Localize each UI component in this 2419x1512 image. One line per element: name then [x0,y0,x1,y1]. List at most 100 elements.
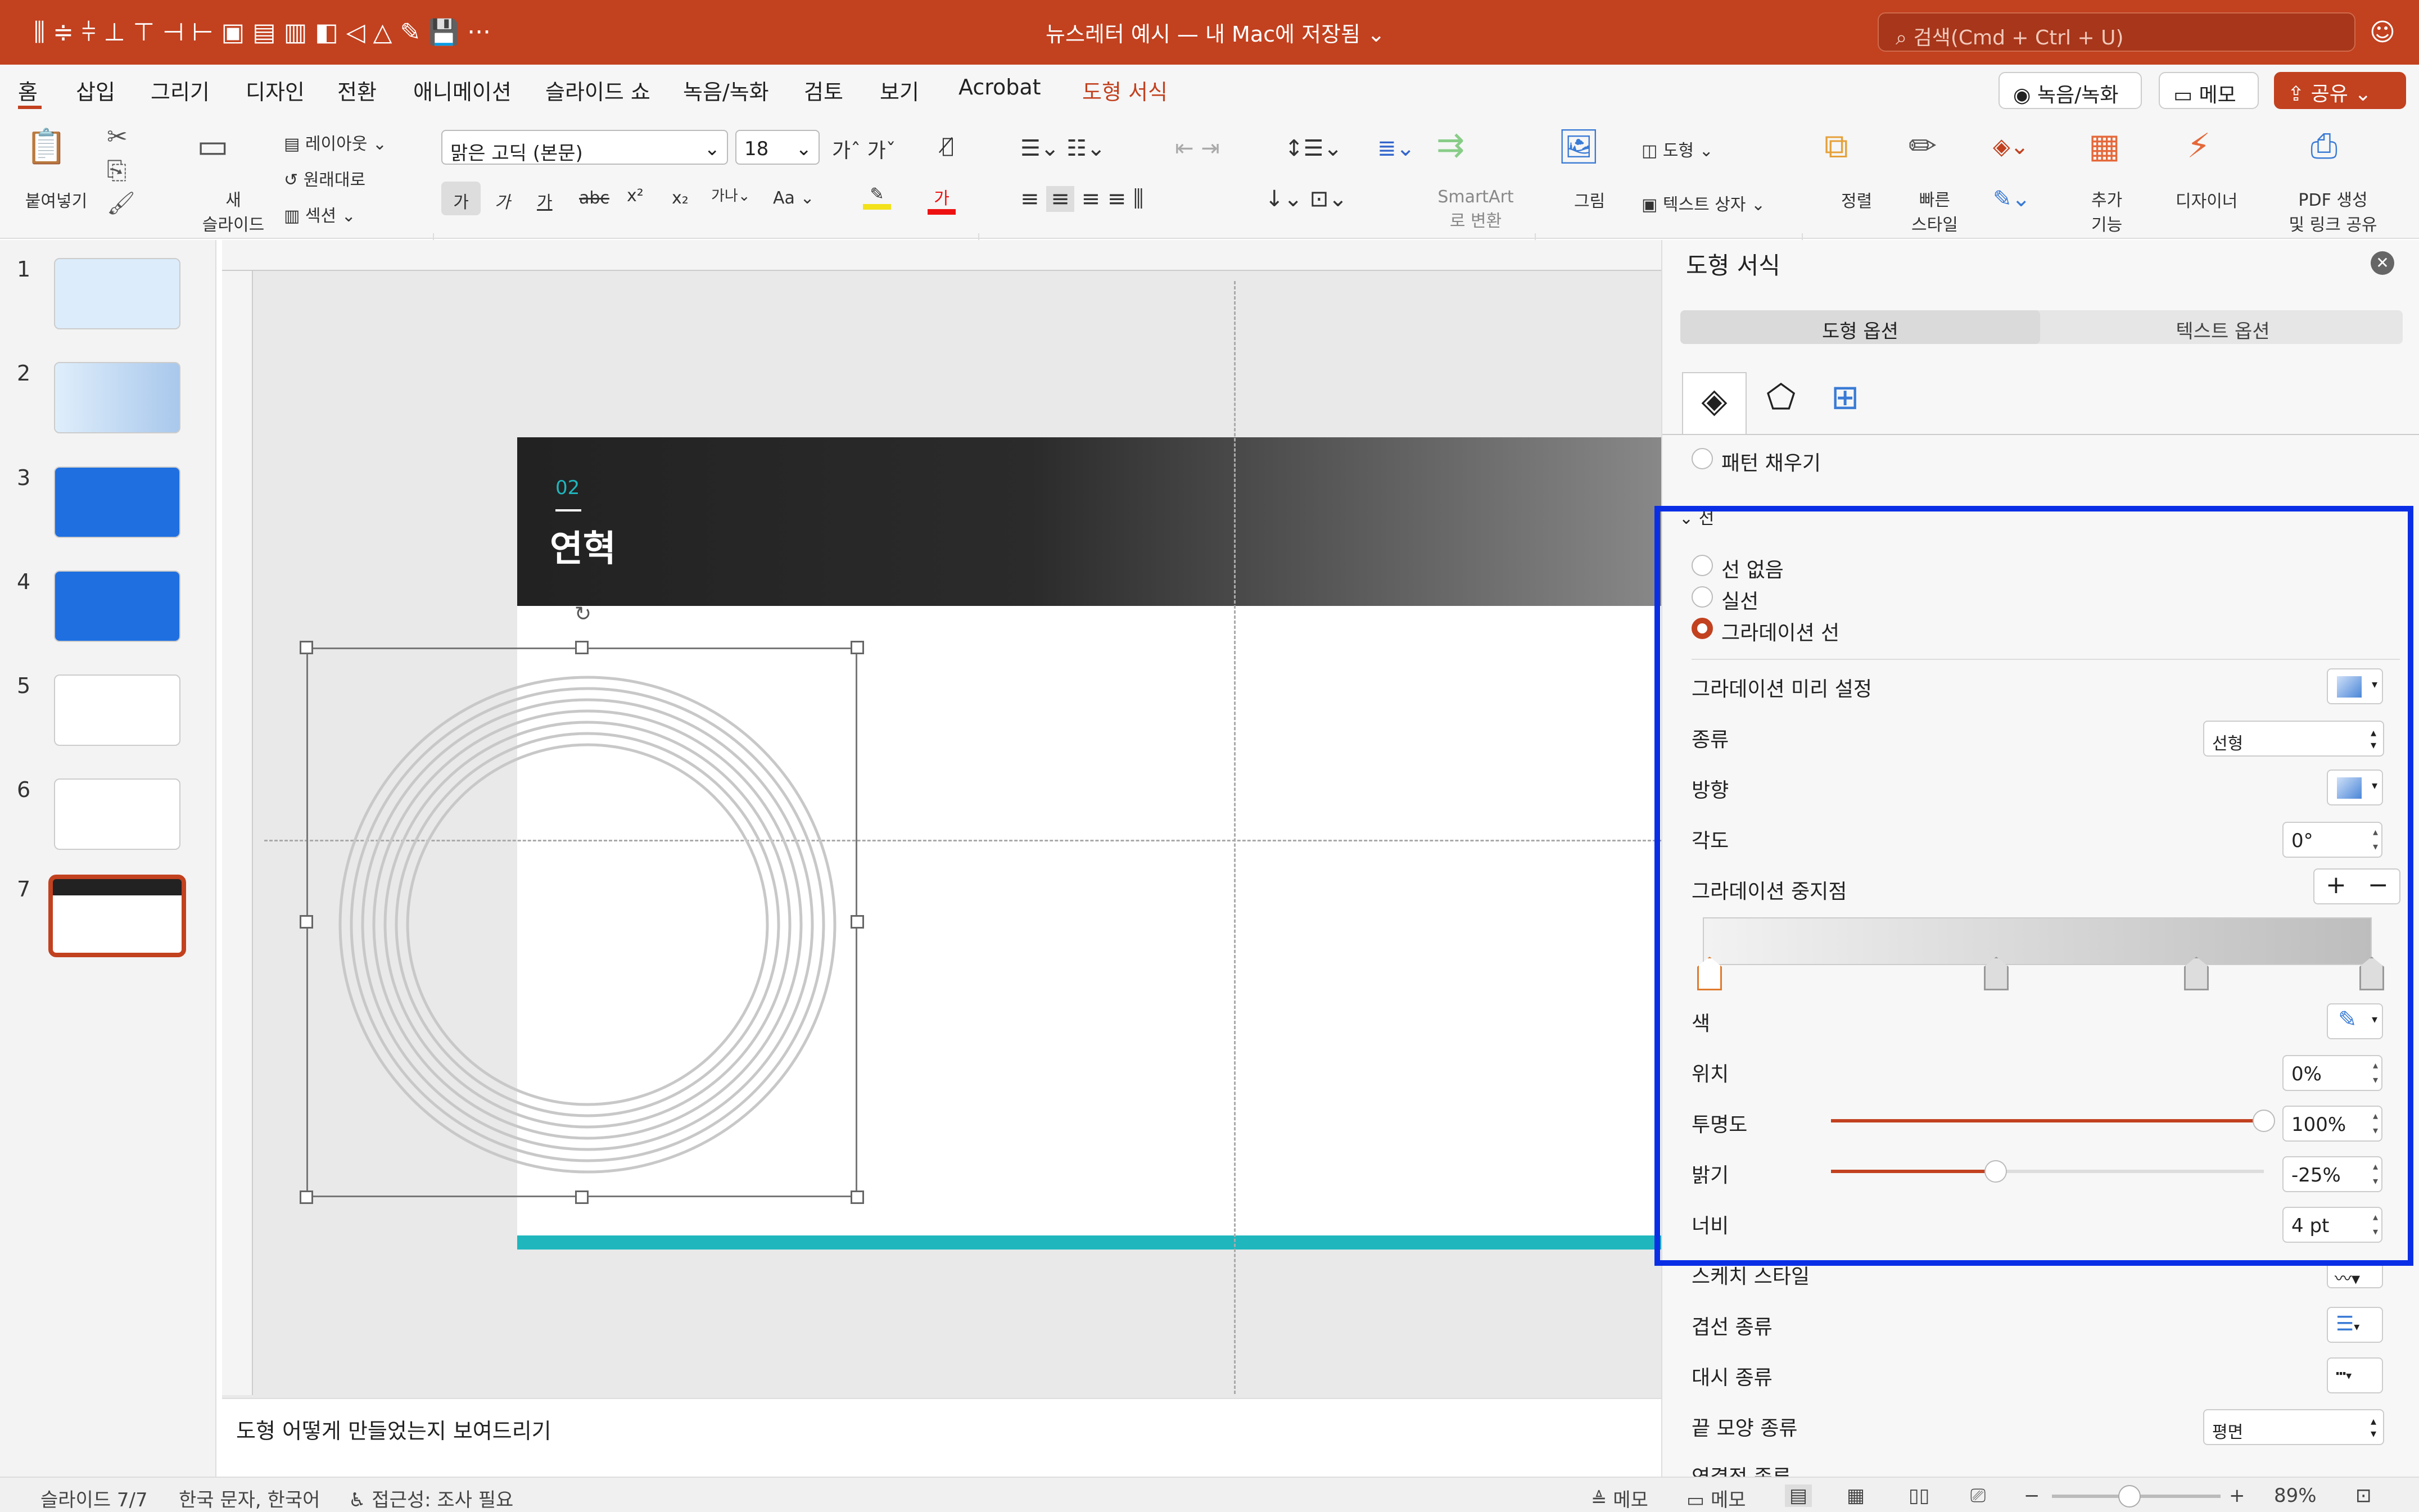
designer-icon[interactable]: ⚡ [2187,126,2210,166]
slide-thumbnail[interactable] [54,778,180,850]
memo-button[interactable]: ▭ 메모 [2159,72,2259,109]
close-icon[interactable]: ✕ [2371,251,2394,275]
copy-icon[interactable]: ⎘ [107,156,126,185]
arrange-label[interactable]: 정렬 [1841,187,1872,212]
menu-tab-5[interactable]: 애니메이션 [413,75,512,106]
notes-pane[interactable]: 도형 어떻게 만들었는지 보여드리기 [222,1398,1661,1477]
slide-section-number[interactable]: 02 [555,477,580,499]
rotate-handle-icon[interactable]: ↻ [575,603,591,626]
bullet-list-icon[interactable]: ☰⌄ ☷⌄ [1020,135,1105,161]
resize-handle[interactable] [575,1190,589,1204]
font-size-select[interactable]: 18 ⌄ [735,130,820,165]
superscript-button[interactable]: x² [627,186,644,206]
normal-view-icon[interactable]: ▤ [1785,1484,1812,1507]
new-slide-icon[interactable]: ▭ [197,126,229,166]
fit-slide-icon[interactable]: ⊡ [2355,1484,2372,1507]
indent-icon[interactable]: ⇤ ⇥ [1175,135,1220,161]
new-slide-label[interactable]: 새 슬라이드 [194,186,273,236]
menu-tab-10[interactable]: Acrobat [958,75,1041,99]
selection-box[interactable] [306,648,857,1197]
addins-icon[interactable]: ▦ [2088,126,2120,166]
designer-label[interactable]: 디자이너 [2176,187,2237,212]
picture-label[interactable]: 그림 [1574,187,1605,212]
resize-handle[interactable] [300,1190,313,1204]
line-spacing-icon[interactable]: ↕☰⌄ [1285,135,1342,161]
slide-thumbnail[interactable] [54,258,180,329]
search-input[interactable]: ⌕ 검색(Cmd + Ctrl + U) [1878,12,2355,52]
strikethrough-button[interactable]: abc [579,188,609,208]
resize-handle[interactable] [300,641,313,654]
textbox-button[interactable]: ▣ 텍스트 상자 ⌄ [1642,191,1765,215]
cap-type-select[interactable]: 평면 ▴ ▾ [2203,1409,2384,1445]
pdf-icon[interactable]: ⎙ [2311,126,2337,166]
zoom-slider[interactable] [2052,1485,2221,1508]
cut-icon[interactable]: ✂ [107,123,128,151]
slide-thumbnail[interactable] [54,674,180,746]
account-icon[interactable]: ☺ [2370,16,2395,49]
tab-text-options[interactable]: 텍스트 옵션 [2043,310,2403,344]
resize-handle[interactable] [851,641,864,654]
comments-toggle[interactable]: ▭ 메모 [1686,1484,1746,1512]
layout-button[interactable]: ▤ 레이아웃 ⌄ [284,130,387,155]
menu-tab-6[interactable]: 슬라이드 쇼 [545,75,650,106]
slide-thumbnail[interactable] [54,467,180,538]
text-direction-icon[interactable]: ↓⌄ ⊡⌄ [1265,186,1348,212]
reading-view-icon[interactable]: ▯▯ [1909,1484,1929,1507]
subscript-button[interactable]: x₂ [672,188,689,208]
bold-button[interactable]: 가 [441,182,481,215]
zoom-in-icon[interactable]: + [2229,1484,2245,1507]
slide-title[interactable]: 연혁 [550,520,616,572]
align-icons[interactable]: ≡ ≡ ≡ ≡ ⫼ [1020,186,1143,212]
menu-tab-4[interactable]: 전환 [337,75,377,106]
tab-shape-options[interactable]: 도형 옵션 [1680,310,2040,344]
italic-button[interactable]: 가 [495,188,510,213]
paste-icon[interactable]: 📋 [25,126,67,166]
quick-access-align-icon[interactable]: ⫼ ≑ ⫩ ⊥ ⊤ ⊣ ⊢ ▣ ▤ ▥ ◧ ◁ △ ✎ 💾 ··· [34,16,491,49]
dash-type-dropdown[interactable]: ┅▾ [2327,1357,2383,1393]
pdf-label[interactable]: PDF 생성 및 링크 공유 [2282,186,2384,236]
addins-label[interactable]: 추가 기능 [2091,186,2122,236]
share-button[interactable]: ⇪ 공유 ⌄ [2274,72,2406,109]
paste-label[interactable]: 붙여넣기 [22,187,90,212]
accessibility-status[interactable]: ♿ 접근성: 조사 필요 [349,1484,513,1512]
shape-outline-icon[interactable]: ✎⌄ [1993,186,2031,212]
font-name-select[interactable]: 맑은 고딕 (본문) ⌄ [441,130,728,165]
smartart-icon[interactable]: ⇉ [1436,125,1464,165]
compound-type-dropdown[interactable]: ☰▾ [2327,1307,2383,1343]
slide-thumbnail[interactable] [54,362,180,433]
quick-style-icon[interactable]: ✏ [1909,126,1937,166]
record-button[interactable]: ◉ 녹음/녹화 [1998,72,2142,109]
character-spacing-icon[interactable]: 가나⌄ [711,184,750,205]
slide-thumbnail[interactable] [48,875,186,957]
quick-style-label[interactable]: 빠른 스타일 [1911,186,1958,236]
menu-tab-2[interactable]: 그리기 [151,75,210,106]
slide-thumbnail[interactable] [54,571,180,642]
menu-tab-1[interactable]: 삽입 [76,75,115,106]
section-button[interactable]: ▥ 섹션 ⌄ [284,202,356,227]
menu-tab-3[interactable]: 디자인 [246,75,305,106]
notes-text[interactable]: 도형 어떻게 만들었는지 보여드리기 [236,1414,551,1445]
effects-pentagon-icon[interactable]: ⬠ [1766,378,1796,417]
menu-tab-8[interactable]: 검토 [804,75,843,106]
fill-line-icon[interactable]: ◈ [1682,372,1747,435]
picture-icon[interactable]: 🖼 [1557,126,1600,166]
resize-handle[interactable] [851,915,864,929]
pattern-fill-radio[interactable] [1692,448,1713,469]
font-color-icon[interactable]: 가 [928,184,956,215]
notes-toggle[interactable]: ≜ 메모 [1591,1484,1648,1512]
highlight-color-icon[interactable]: ✎ [863,184,891,210]
shape-fill-icon[interactable]: ◈⌄ [1993,134,2029,160]
resize-handle[interactable] [300,915,313,929]
columns-icon[interactable]: ≣⌄ [1377,135,1415,161]
font-grow-button[interactable]: 가ˆ 가ˇ [832,134,896,164]
zoom-out-icon[interactable]: − [2024,1484,2040,1507]
resize-handle[interactable] [851,1190,864,1204]
resize-handle[interactable] [575,641,589,654]
arrange-icon[interactable]: ⧉ [1824,126,1848,166]
menu-tab-11[interactable]: 도형 서식 [1082,75,1168,106]
language-status[interactable]: 한국 문자, 한국어 [179,1484,320,1512]
menu-tab-7[interactable]: 녹음/녹화 [683,75,769,106]
format-painter-icon[interactable]: 🖌 [107,190,135,216]
size-properties-icon[interactable]: ⊞ [1831,378,1859,417]
slide-sorter-icon[interactable]: ▦ [1847,1484,1865,1507]
